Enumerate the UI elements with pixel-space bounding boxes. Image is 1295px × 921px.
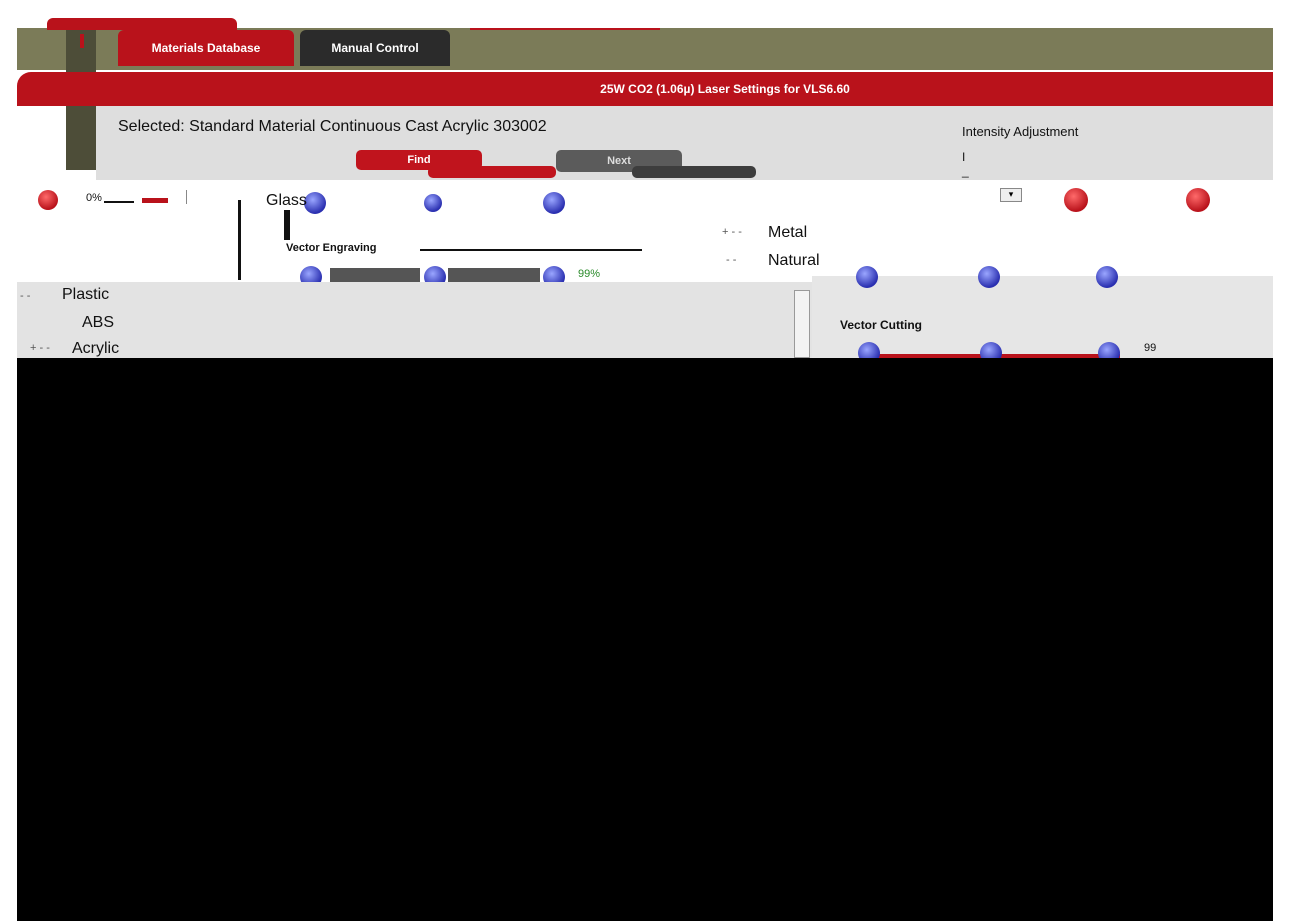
frame-left-post-accent bbox=[80, 34, 84, 48]
vector-engraving-rule bbox=[420, 249, 642, 251]
tree-item-plastic[interactable]: Plastic bbox=[62, 286, 109, 304]
red-knob-icon[interactable] bbox=[1186, 188, 1210, 212]
engraving-value: 99% bbox=[578, 268, 601, 280]
tree-item-acrylic[interactable]: Acrylic bbox=[72, 340, 119, 358]
tab-manual-control[interactable]: Manual Control bbox=[300, 30, 450, 66]
blue-knob-icon[interactable] bbox=[304, 192, 326, 214]
tree-toggle[interactable]: - - bbox=[726, 254, 736, 266]
next-button-label: Next bbox=[607, 155, 631, 167]
materials-tree-panel bbox=[17, 282, 812, 358]
engraving-track[interactable] bbox=[448, 268, 540, 282]
red-knob-icon[interactable] bbox=[38, 190, 58, 210]
vector-engraving-label: Vector Engraving bbox=[286, 242, 377, 254]
unrendered-area bbox=[17, 358, 1273, 921]
red-knob-icon[interactable] bbox=[1064, 188, 1088, 212]
selected-material-label: Selected: Standard Material Continuous C… bbox=[118, 118, 547, 135]
intensity-adjustment-label: Intensity Adjustment bbox=[962, 124, 1079, 139]
engraving-track[interactable] bbox=[330, 268, 420, 282]
left-percent-readout: 0% bbox=[86, 192, 102, 204]
intensity-value[interactable]: I _ bbox=[962, 150, 974, 178]
tree-item-metal[interactable]: Metal bbox=[768, 224, 807, 242]
cutting-value: 99 bbox=[1144, 342, 1157, 354]
blue-knob-icon[interactable] bbox=[856, 266, 878, 288]
tree-border bbox=[238, 200, 241, 280]
vector-cutting-label: Vector Cutting bbox=[840, 318, 923, 332]
tab-materials-database[interactable]: Materials Database bbox=[118, 30, 294, 66]
tree-toggle[interactable]: + - - bbox=[30, 342, 50, 354]
blue-knob-icon[interactable] bbox=[543, 192, 565, 214]
tree-item-glass[interactable]: Glass bbox=[266, 192, 307, 210]
top-accent-line bbox=[470, 28, 660, 30]
next-button-shadow bbox=[632, 166, 756, 178]
tree-toggle[interactable]: + - - bbox=[722, 226, 742, 238]
strip-line bbox=[104, 201, 134, 203]
laser-settings-header: 25W CO2 (1.06µ) Laser Settings for VLS6.… bbox=[17, 72, 1273, 106]
header-title: 25W CO2 (1.06µ) Laser Settings for VLS6.… bbox=[600, 82, 850, 96]
blue-knob-icon[interactable] bbox=[978, 266, 1000, 288]
blue-knob-icon[interactable] bbox=[1096, 266, 1118, 288]
tree-item-abs[interactable]: ABS bbox=[82, 314, 114, 332]
tree-toggle[interactable]: - - bbox=[20, 290, 30, 302]
blue-knob-icon[interactable] bbox=[424, 194, 442, 212]
settings-panel bbox=[812, 276, 1273, 358]
strip-red-mark bbox=[142, 198, 168, 203]
tree-marker bbox=[284, 210, 290, 240]
find-button-shadow bbox=[428, 166, 556, 178]
list-box-border bbox=[186, 190, 187, 204]
dropdown-stub[interactable]: ▾ bbox=[1000, 188, 1022, 202]
tree-scrollbar[interactable] bbox=[794, 290, 810, 358]
find-button-label: Find bbox=[407, 154, 431, 166]
tree-item-natural[interactable]: Natural bbox=[768, 252, 820, 270]
